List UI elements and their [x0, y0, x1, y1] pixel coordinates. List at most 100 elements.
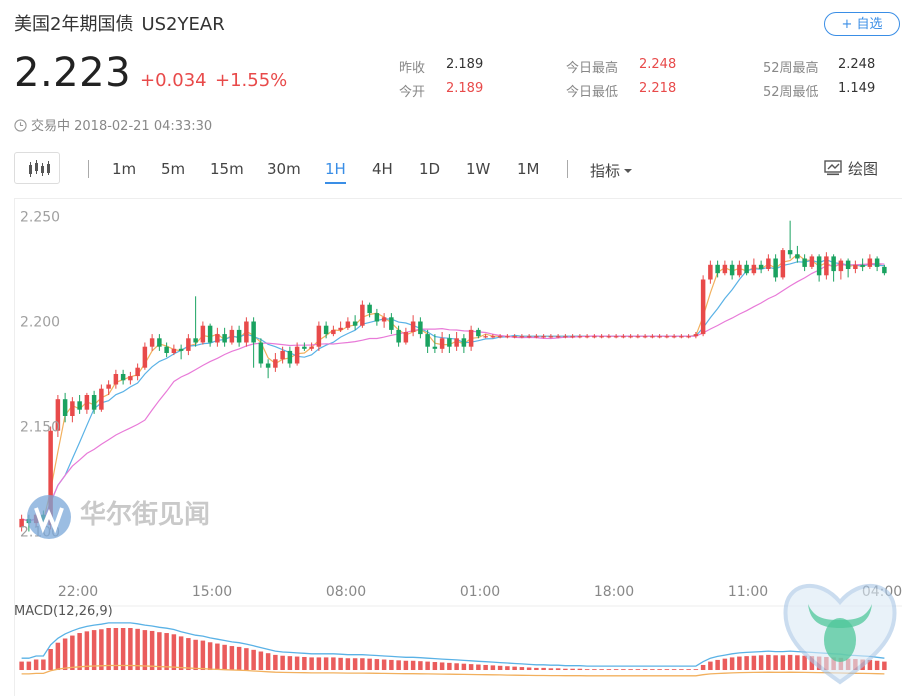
period-1d[interactable]: 1D — [419, 160, 440, 178]
macd-bar — [671, 669, 677, 671]
macd-bar — [570, 668, 575, 671]
period-1m[interactable]: 1m — [112, 160, 136, 178]
candle-body — [838, 260, 844, 272]
candle-body — [519, 336, 525, 338]
macd-bar — [592, 669, 597, 671]
candle-body — [135, 367, 140, 377]
macd-bar — [200, 640, 206, 671]
candle-body — [294, 346, 300, 364]
candle-body — [120, 374, 126, 381]
open-label: 今开 — [399, 85, 426, 100]
candle-body — [418, 321, 423, 335]
candle-body — [432, 346, 438, 349]
macd-bar — [352, 658, 358, 671]
candle-body — [207, 325, 213, 343]
ma-line — [21, 262, 885, 522]
period-30m[interactable]: 30m — [267, 160, 301, 178]
macd-bar — [642, 669, 648, 671]
macd-bar — [599, 669, 604, 671]
macd-bar — [48, 649, 53, 671]
macd-bar — [686, 669, 691, 671]
macd-bar — [128, 628, 133, 671]
candle-body — [490, 336, 496, 338]
day-high-value: 2.248 — [639, 57, 677, 72]
candle-body — [737, 264, 742, 276]
macd-bar — [157, 632, 162, 671]
prev-close-value: 2.189 — [446, 57, 484, 72]
macd-bar — [650, 669, 655, 671]
macd-bar — [505, 666, 510, 671]
candles — [19, 220, 887, 532]
instrument-code: US2YEAR — [141, 14, 225, 35]
chart-area[interactable]: 2.2502.2002.1502.100 22:0015:0008:0001:0… — [14, 198, 902, 696]
macd-bar — [273, 654, 278, 671]
chart-type-button[interactable] — [14, 152, 60, 184]
macd-label: MACD(12,26,9) — [14, 604, 113, 619]
candle-body — [410, 321, 416, 332]
x-tick-label: 08:00 — [326, 584, 366, 600]
ma-line — [21, 259, 885, 522]
week52-high-label: 52周最高 — [763, 61, 819, 76]
candle-body — [780, 250, 786, 278]
macd-bar — [26, 661, 32, 671]
candle-body — [287, 350, 293, 364]
price-chart[interactable]: 2.2502.2002.1502.100 22:0015:0008:0001:0… — [14, 198, 902, 696]
macd-bar — [215, 643, 220, 671]
period-1w[interactable]: 1W — [466, 160, 490, 178]
candle-body — [570, 336, 575, 338]
indicator-dropdown[interactable]: 指标 — [590, 160, 633, 181]
macd-bar — [766, 654, 771, 671]
macd-bar — [251, 649, 256, 671]
macd-bar — [722, 658, 728, 671]
macd-bar — [621, 669, 626, 671]
candle-body — [476, 329, 481, 337]
status-text: 交易中 2018-02-21 04:33:30 — [31, 119, 213, 134]
macd-bar — [316, 657, 322, 671]
candle-body — [657, 336, 662, 338]
candle-body — [686, 336, 691, 338]
add-watchlist-button[interactable]: + 自选 — [824, 12, 900, 36]
last-price: 2.223 — [14, 50, 132, 96]
macd-panel — [14, 605, 902, 677]
macd-bar — [389, 659, 394, 671]
y-axis: 2.2502.2002.1502.100 — [20, 210, 60, 541]
candle-body — [273, 359, 278, 368]
candle-body — [628, 336, 633, 338]
period-1mo[interactable]: 1M — [517, 160, 540, 178]
candle-body — [816, 256, 822, 276]
macd-bar — [381, 659, 387, 671]
candle-body — [512, 336, 517, 338]
candle-body — [874, 258, 880, 267]
x-tick-label: 18:00 — [594, 584, 634, 600]
macd-bar — [628, 669, 633, 671]
draw-button[interactable]: 绘图 — [824, 158, 878, 179]
macd-bar — [490, 665, 496, 671]
period-5m[interactable]: 5m — [161, 160, 185, 178]
watermark: 华尔街见闻 — [24, 492, 210, 546]
macd-bar — [541, 667, 546, 671]
candle-body — [447, 338, 452, 347]
candle-body — [178, 348, 184, 351]
macd-bar — [563, 668, 568, 671]
candle-body — [766, 258, 771, 269]
candle-body — [193, 338, 198, 343]
macd-bar — [664, 669, 670, 671]
week52-high-value: 2.248 — [838, 57, 876, 72]
candle-body — [592, 336, 597, 338]
period-15m[interactable]: 15m — [210, 160, 244, 178]
macd-bar — [693, 669, 699, 671]
week52-low-value: 1.149 — [838, 81, 876, 96]
period-1h[interactable]: 1H — [325, 160, 346, 184]
candle-body — [62, 399, 68, 416]
macd-bar — [410, 660, 416, 671]
mascot-logo-icon — [783, 584, 897, 685]
prev-close-label: 昨收 — [399, 61, 426, 76]
macd-bar — [403, 660, 409, 671]
candle-body — [787, 250, 793, 255]
day-high-label: 今日最高 — [566, 61, 619, 76]
candle-body — [831, 256, 836, 272]
candle-body — [113, 374, 119, 385]
macd-bar — [374, 659, 380, 671]
macd-bar — [439, 662, 445, 671]
period-4h[interactable]: 4H — [372, 160, 393, 178]
